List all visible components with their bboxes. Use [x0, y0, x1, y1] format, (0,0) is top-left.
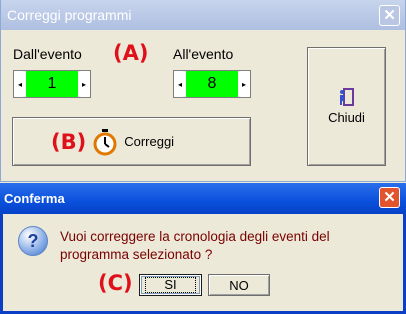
- from-event-value[interactable]: 1: [26, 71, 78, 97]
- spin-left-icon[interactable]: ◂: [14, 71, 26, 97]
- question-icon: ?: [18, 226, 48, 256]
- dialog-title: Conferma: [4, 191, 65, 206]
- chiudi-button-label: Chiudi: [328, 110, 365, 125]
- si-button[interactable]: SI: [139, 274, 202, 296]
- exit-door-icon: [339, 88, 354, 106]
- to-event-spinner[interactable]: ◂ 8 ▸: [173, 70, 251, 98]
- correggi-button-label: Correggi: [124, 134, 175, 149]
- marker-a: (A): [113, 41, 149, 65]
- close-icon[interactable]: ✕: [379, 5, 400, 26]
- title-bar[interactable]: Conferma: [0, 183, 406, 214]
- confirm-message: Vuoi correggere la cronologia degli even…: [60, 228, 380, 264]
- stopwatch-icon: [93, 128, 117, 155]
- from-event-label: Dall'evento: [13, 46, 82, 62]
- spin-left-icon[interactable]: ◂: [174, 71, 186, 97]
- spin-right-icon[interactable]: ▸: [238, 71, 250, 97]
- si-button-label: SI: [145, 277, 196, 293]
- chiudi-button[interactable]: Chiudi: [307, 47, 386, 166]
- confirm-message-line: Vuoi correggere la cronologia degli even…: [60, 229, 330, 244]
- from-event-spinner[interactable]: ◂ 1 ▸: [13, 70, 91, 98]
- no-button[interactable]: NO: [208, 274, 270, 296]
- conferma-dialog: Conferma ✕ ? Vuoi correggere la cronolog…: [0, 183, 406, 314]
- marker-c: (C): [98, 271, 133, 295]
- correggi-button[interactable]: (B) Correggi: [12, 117, 251, 166]
- to-event-label: All'evento: [173, 46, 234, 62]
- spin-right-icon[interactable]: ▸: [78, 71, 90, 97]
- no-button-label: NO: [229, 277, 249, 293]
- correggi-programmi-dialog: Correggi programmi ✕ Dall'evento (A) All…: [0, 0, 406, 182]
- marker-b: (B): [51, 129, 87, 154]
- close-icon[interactable]: ✕: [379, 187, 400, 208]
- dialog-title: Correggi programmi: [7, 7, 132, 23]
- to-event-value[interactable]: 8: [186, 71, 238, 97]
- title-bar[interactable]: Correggi programmi: [1, 0, 405, 30]
- confirm-message-line: programma selezionato ?: [60, 247, 213, 262]
